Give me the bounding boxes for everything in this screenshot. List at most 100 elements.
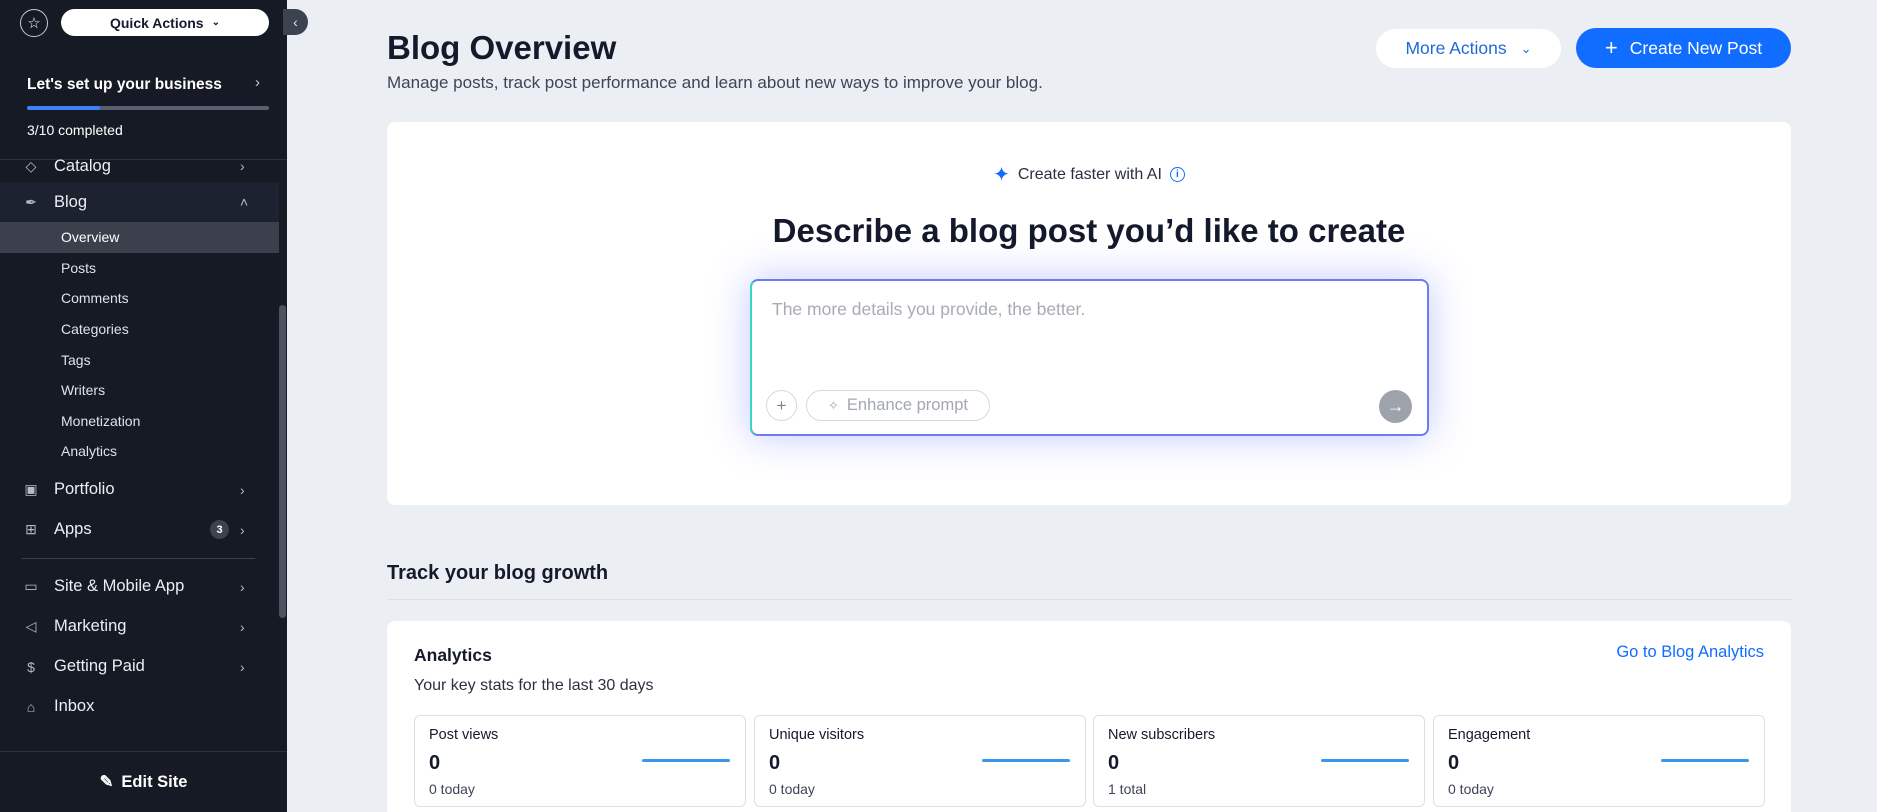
- pen-nib-icon: ✒: [25, 193, 37, 210]
- catalog-icon: ◇: [25, 157, 37, 174]
- sparkle-icon: ✦: [993, 164, 1010, 186]
- sidebar-subitem-analytics[interactable]: Analytics: [0, 436, 279, 467]
- sidebar-subitem-monetization[interactable]: Monetization: [0, 406, 279, 437]
- stat-value: 0: [769, 752, 781, 774]
- quick-actions-label: Quick Actions: [109, 14, 204, 31]
- stat-card-post-views: Post views 0 0 today: [414, 715, 746, 807]
- ai-heading: Describe a blog post you’d like to creat…: [772, 212, 1406, 249]
- go-to-blog-analytics-link[interactable]: Go to Blog Analytics: [1616, 643, 1764, 662]
- stat-value: 0: [1448, 752, 1460, 774]
- sidebar-item-label: Marketing: [54, 617, 127, 636]
- chevron-down-icon: ⌄: [1520, 40, 1532, 56]
- analytics-title: Analytics: [414, 645, 492, 665]
- section-title: Track your blog growth: [387, 562, 609, 584]
- sidebar-divider: [22, 557, 255, 559]
- more-actions-button[interactable]: More Actions ⌄: [1376, 29, 1561, 68]
- site-icon: ▭: [24, 578, 38, 595]
- ai-label: ✦ Create faster with AI i: [387, 162, 1791, 187]
- stat-label: Unique visitors: [769, 727, 865, 743]
- sidebar-item-blog[interactable]: ✒ Blog ˄: [0, 182, 279, 222]
- sidebar-item-label: Site & Mobile App: [54, 577, 185, 596]
- quick-actions-button[interactable]: Quick Actions ⌄: [61, 9, 269, 36]
- setup-progress-fill: [27, 106, 100, 110]
- sidebar-item-site-mobile-app[interactable]: ▭ Site & Mobile App ›: [0, 567, 279, 607]
- megaphone-icon: ◁: [25, 618, 37, 635]
- setup-title: Let's set up your business: [27, 76, 222, 93]
- apps-icon: ⊞: [25, 521, 37, 538]
- stat-label: New subscribers: [1108, 727, 1216, 743]
- sidebar-item-label: Catalog: [54, 156, 111, 175]
- sidebar-item-inbox[interactable]: ⌂ Inbox: [0, 687, 279, 727]
- enhance-prompt-label: Enhance prompt: [846, 396, 968, 414]
- create-new-post-button[interactable]: + Create New Post: [1576, 28, 1791, 68]
- sidebar-subitem-tags[interactable]: Tags: [0, 344, 279, 375]
- collapse-sidebar-button[interactable]: ‹: [283, 9, 308, 35]
- sidebar-subitem-overview[interactable]: Overview: [0, 222, 279, 253]
- ai-create-card: ✦ Create faster with AI i Describe a blo…: [387, 122, 1791, 505]
- sidebar-nav: ◇ Catalog › ✒ Blog ˄ Overview Posts Comm…: [0, 150, 279, 727]
- page-subtitle: Manage posts, track post performance and…: [387, 73, 1043, 92]
- apps-count-badge: 3: [210, 520, 229, 540]
- more-actions-label: More Actions: [1405, 38, 1507, 58]
- sidebar-item-label: Blog: [54, 192, 88, 211]
- prompt-input[interactable]: [772, 299, 1402, 320]
- star-icon[interactable]: ☆: [20, 9, 48, 37]
- enhance-prompt-button[interactable]: ✧ Enhance prompt: [806, 390, 990, 421]
- sidebar-subitem-categories[interactable]: Categories: [0, 314, 279, 345]
- ai-label-text: Create faster with AI: [1017, 165, 1162, 183]
- analytics-card: Analytics Your key stats for the last 30…: [387, 621, 1791, 812]
- stat-sparkline: [1321, 759, 1409, 762]
- edit-site-label: Edit Site: [121, 772, 188, 791]
- stat-label: Post views: [429, 727, 499, 743]
- chevron-right-icon: ›: [240, 618, 245, 635]
- chevron-right-icon: ›: [240, 481, 245, 498]
- stat-note: 0 today: [1448, 781, 1494, 797]
- chevron-right-icon: ›: [240, 521, 245, 538]
- sidebar-item-apps[interactable]: ⊞ Apps 3 ›: [0, 510, 279, 550]
- send-arrow-icon[interactable]: →: [1379, 390, 1412, 423]
- sidebar-subitem-writers[interactable]: Writers: [0, 375, 279, 406]
- add-attachment-button[interactable]: +: [766, 390, 797, 421]
- sidebar-subitem-posts[interactable]: Posts: [0, 253, 279, 284]
- stat-note: 0 today: [769, 781, 815, 797]
- stat-sparkline: [1661, 759, 1749, 762]
- info-icon[interactable]: i: [1169, 167, 1185, 182]
- invoice-icon: $: [27, 658, 35, 675]
- sidebar-item-portfolio[interactable]: ▣ Portfolio ›: [0, 470, 279, 510]
- sidebar-item-label: Getting Paid: [54, 657, 145, 676]
- stat-value: 0: [429, 752, 441, 774]
- sidebar-top-bar: ☆ Quick Actions ⌄: [0, 0, 287, 44]
- sidebar-item-label: Portfolio: [54, 480, 115, 499]
- sidebar-item-getting-paid[interactable]: $ Getting Paid ›: [0, 647, 279, 687]
- section-divider: [387, 599, 1791, 600]
- chevron-right-icon: ›: [240, 658, 245, 675]
- stat-card-unique-visitors: Unique visitors 0 0 today: [754, 715, 1086, 807]
- stat-label: Engagement: [1448, 727, 1531, 743]
- stat-card-new-subscribers: New subscribers 0 1 total: [1093, 715, 1425, 807]
- edit-site-button[interactable]: ✎ Edit Site: [0, 751, 287, 812]
- portfolio-icon: ▣: [24, 481, 38, 498]
- sidebar-scrollbar[interactable]: [279, 305, 286, 618]
- stat-sparkline: [642, 759, 730, 762]
- sidebar-item-catalog[interactable]: ◇ Catalog ›: [0, 150, 279, 182]
- create-post-label: Create New Post: [1629, 37, 1763, 58]
- page-title: Blog Overview: [387, 29, 617, 66]
- sidebar: ☆ Quick Actions ⌄ Let's set up your busi…: [0, 0, 287, 812]
- sidebar-item-label: Apps: [54, 520, 92, 539]
- sidebar-item-label: Inbox: [54, 697, 95, 716]
- chevron-up-icon: ˄: [240, 194, 249, 210]
- prompt-box: + ✧ Enhance prompt →: [750, 279, 1429, 436]
- chevron-right-icon: ›: [240, 158, 245, 174]
- sidebar-item-marketing[interactable]: ◁ Marketing ›: [0, 607, 279, 647]
- plus-icon: +: [1604, 35, 1618, 60]
- stat-value: 0: [1108, 752, 1120, 774]
- chevron-right-icon: ›: [240, 578, 245, 595]
- inbox-icon: ⌂: [26, 698, 36, 715]
- chevron-down-icon: ⌄: [211, 17, 220, 28]
- setup-progress-bar: [27, 106, 269, 110]
- stat-note: 1 total: [1108, 781, 1147, 797]
- chevron-right-icon: ›: [255, 74, 260, 91]
- setup-progress-card[interactable]: Let's set up your business › 3/10 comple…: [0, 62, 287, 160]
- stat-sparkline: [982, 759, 1070, 762]
- sidebar-subitem-comments[interactable]: Comments: [0, 283, 279, 314]
